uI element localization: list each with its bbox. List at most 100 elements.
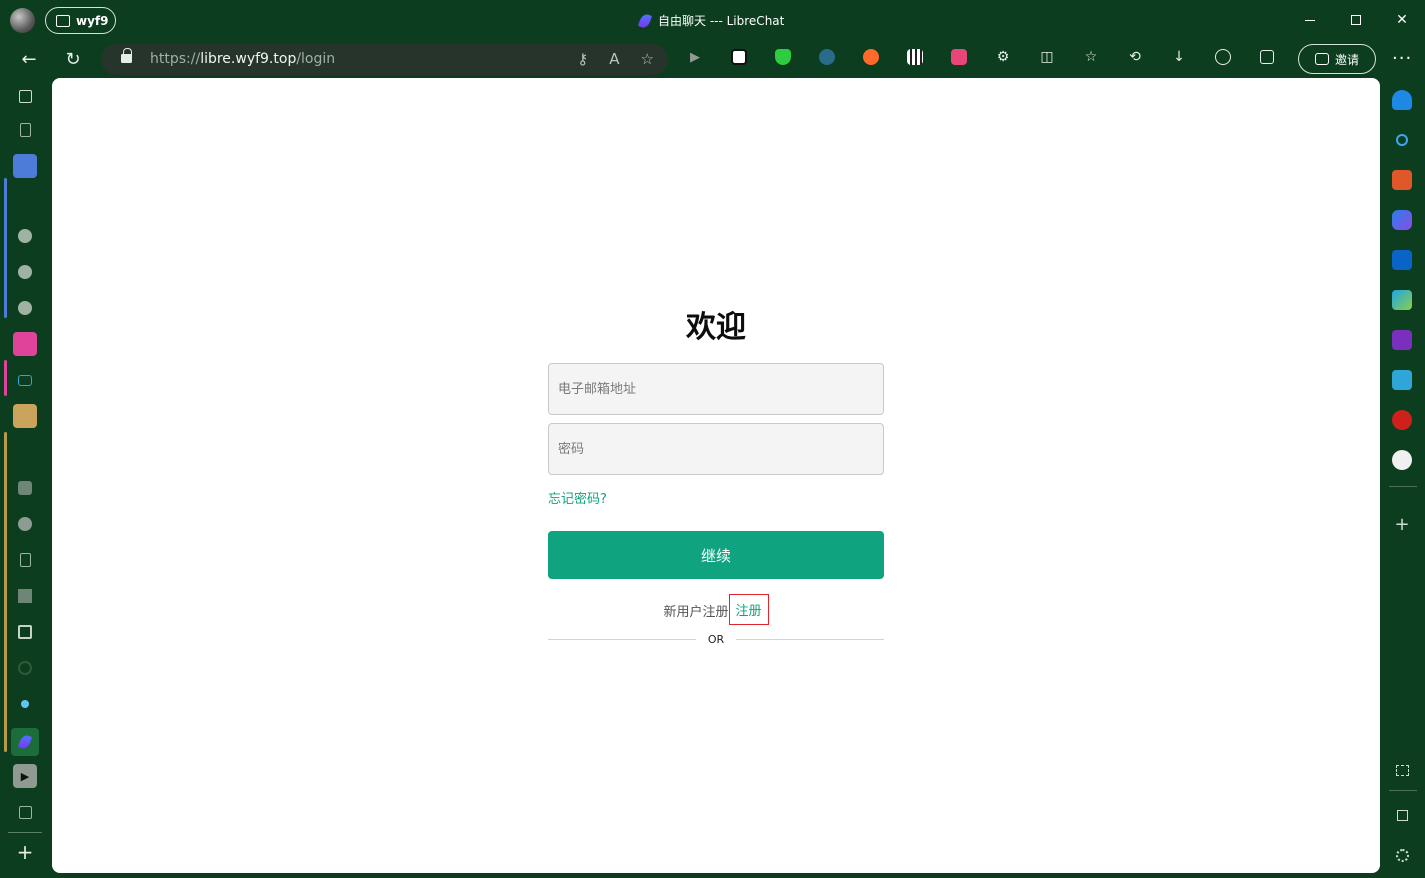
book-icon[interactable] [13,584,37,608]
site-avatar-icon[interactable] [13,512,37,536]
signup-prompt-text: 新用户注册 [663,605,729,620]
history-icon[interactable]: ⟲ [1124,46,1146,68]
signup-link[interactable]: 注册 [728,594,769,625]
circle-site-icon[interactable] [13,656,37,680]
maximize-button[interactable] [1333,0,1379,40]
weibo-icon[interactable] [1392,410,1412,430]
copilot-icon[interactable] [1392,210,1412,230]
external-link-icon[interactable] [1392,805,1412,825]
onenote-icon[interactable] [1392,330,1412,350]
github-icon[interactable] [13,224,37,248]
key-icon[interactable]: ⚷ [577,50,588,68]
close-icon: ✕ [1396,12,1408,28]
qr-code-extension-icon[interactable] [904,46,926,68]
invite-label: 邀请 [1334,52,1359,67]
sidebar-divider [1389,790,1417,791]
shopping-icon[interactable] [1212,46,1234,68]
vertical-tab-strip: ▶ + [0,78,52,878]
send-icon[interactable] [1392,290,1412,310]
close-button[interactable]: ✕ [1379,0,1425,40]
calendar-tab-icon[interactable] [13,800,37,824]
maximize-icon [1351,15,1361,25]
address-bar[interactable]: https://libre.wyf9.top/login ⚷ A ☆ [101,44,668,75]
signup-prompt: 新用户注册 注册 [52,594,1380,626]
refresh-icon: ↻ [65,48,81,70]
tab-group-blue-icon[interactable] [13,154,37,178]
site-avatar-icon[interactable] [13,476,37,500]
minimize-button[interactable] [1287,0,1333,40]
more-menu-button[interactable]: ··· [1392,48,1412,69]
new-tab-button[interactable]: + [13,840,37,864]
bilibili-sidebar-icon[interactable] [1392,370,1412,390]
dots-site-icon[interactable] [13,692,37,716]
play-extension-icon[interactable]: ▶ [684,46,706,68]
split-screen-icon[interactable]: ◫ [1036,46,1058,68]
divider-line-right [736,638,884,640]
login-page: 欢迎 忘记密码? 继续 新用户注册注册 OR [52,78,1380,873]
address-bar-actions: ⚷ A ☆ [577,50,654,68]
welcome-heading: 欢迎 [686,310,746,345]
collections-icon[interactable] [1256,46,1278,68]
shield-extension-icon[interactable] [772,46,794,68]
extensions-icon[interactable]: ⚙ [992,46,1014,68]
notifications-bell-icon[interactable] [1392,90,1412,110]
workspace-button[interactable]: wyf9 [45,7,116,34]
favorites-icon[interactable]: ☆ [1080,46,1102,68]
github-sidebar-icon[interactable] [1392,450,1412,470]
tab-title: 自由聊天 --- LibreChat [637,12,785,29]
url-scheme: https:// [150,51,201,67]
read-aloud-icon[interactable]: A [609,50,619,68]
tab-strip-divider [8,832,42,833]
or-divider: OR [548,631,884,647]
more-icon: ··· [1392,48,1413,69]
tab-title-text: 自由聊天 --- LibreChat [658,14,785,28]
workspace-icon [56,14,70,27]
continue-button[interactable]: 继续 [548,531,884,579]
tab-group-bar-gold [4,432,7,752]
pink-extension-icon[interactable] [948,46,970,68]
back-icon: ← [21,48,37,70]
or-text: OR [707,632,725,646]
video-tab-icon[interactable]: ▶ [13,764,37,788]
shield-site-icon[interactable] [13,620,37,644]
tab-page-icon[interactable] [13,118,37,142]
url-host: libre.wyf9.top [200,51,297,67]
librechat-tab-icon[interactable] [11,728,39,756]
refresh-button[interactable]: ↻ [62,48,84,70]
tab-group-pink-icon[interactable] [13,332,37,356]
password-field[interactable] [548,423,884,475]
tab-group-bar-pink [4,360,7,396]
bilibili-icon[interactable] [13,368,37,392]
right-sidebar: + [1381,78,1425,878]
profile-avatar[interactable] [10,8,35,33]
tab-page-icon[interactable] [13,548,37,572]
divider-line-left [548,638,696,640]
extensions-row: ▶ ⚙ ◫ ☆ ⟲ ↓ [684,46,1278,68]
sidebar-divider [1389,486,1417,487]
invite-button[interactable]: 邀请 [1298,44,1376,74]
toolbox-icon[interactable] [1392,170,1412,190]
email-field[interactable] [548,363,884,415]
url-text[interactable]: https://libre.wyf9.top/login [150,51,335,67]
window-controls: ✕ [1287,0,1425,40]
github-icon[interactable] [13,260,37,284]
extension-icon[interactable] [728,46,750,68]
downloads-icon[interactable]: ↓ [1168,46,1190,68]
settings-gear-icon[interactable] [1392,845,1412,865]
forgot-password-link[interactable]: 忘记密码? [548,488,607,507]
github-icon[interactable] [13,296,37,320]
lock-icon [121,48,132,65]
outlook-icon[interactable] [1392,250,1412,270]
back-button[interactable]: ← [18,48,40,70]
tab-actions-icon[interactable] [13,84,37,108]
browser-toolbar: ← ↻ https://libre.wyf9.top/login ⚷ A ☆ ▶… [0,40,1425,78]
glasses-extension-icon[interactable] [816,46,838,68]
search-icon[interactable] [1392,130,1412,150]
tab-group-bar-blue [4,178,7,318]
favorite-star-icon[interactable]: ☆ [641,50,654,68]
add-sidebar-app-icon[interactable]: + [1392,514,1412,535]
screenshot-icon[interactable] [1392,760,1412,780]
tab-group-gold-icon[interactable] [13,404,37,428]
minimize-icon [1305,19,1315,21]
orange-extension-icon[interactable] [860,46,882,68]
